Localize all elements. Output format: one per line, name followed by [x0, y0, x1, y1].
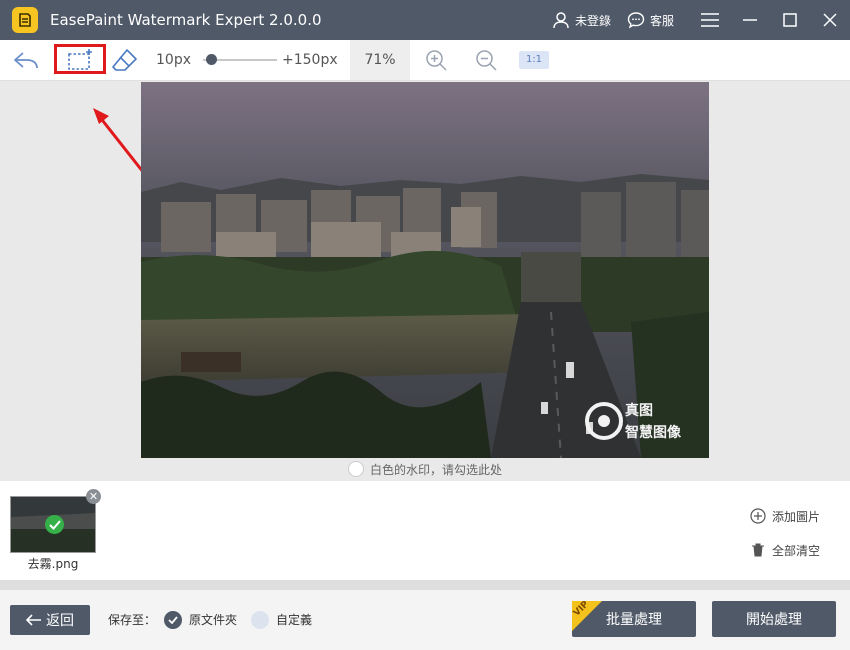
zoom-in-button[interactable]: [422, 40, 450, 80]
close-window-button[interactable]: [810, 0, 850, 40]
zoom-out-button[interactable]: [472, 40, 500, 80]
clear-all-button[interactable]: 全部清空: [750, 541, 820, 559]
photo-watermark-line2: 智慧图像: [624, 424, 682, 441]
back-arrow-icon: [26, 614, 41, 626]
actual-size-label: 1:1: [519, 51, 549, 69]
add-image-button[interactable]: 添加圖片: [750, 507, 820, 525]
back-label: 返回: [46, 613, 74, 629]
trash-icon: [752, 543, 764, 557]
login-link[interactable]: 未登錄: [552, 11, 611, 29]
horizontal-scrollbar[interactable]: [0, 580, 850, 590]
add-image-label: 添加圖片: [772, 509, 821, 524]
undo-button[interactable]: [8, 40, 44, 80]
photo-watermark-line1: 真图: [625, 402, 653, 419]
close-icon: [823, 13, 837, 27]
start-process-button[interactable]: 開始處理: [712, 601, 836, 637]
user-icon: [553, 12, 569, 29]
custom-folder-radio[interactable]: [251, 611, 269, 629]
maximize-button[interactable]: [770, 0, 810, 40]
support-label: 客服: [649, 13, 674, 28]
menu-button[interactable]: [690, 0, 730, 40]
login-label: 未登錄: [574, 13, 611, 28]
remove-file-button[interactable]: ✕: [86, 489, 101, 504]
original-folder-radio[interactable]: [164, 611, 182, 629]
chat-bubble-icon: [627, 12, 645, 29]
minimize-icon: [743, 19, 757, 21]
batch-label: 批量處理: [606, 612, 662, 628]
hamburger-menu-icon: [701, 13, 719, 27]
title-bar: EasePaint Watermark Expert 2.0.0.0 未登錄 客…: [0, 0, 850, 40]
app-title: EasePaint Watermark Expert 2.0.0.0: [50, 11, 322, 29]
support-link[interactable]: 客服: [627, 11, 674, 29]
selected-check-icon: [45, 515, 64, 534]
actual-size-button[interactable]: 1:1: [518, 40, 550, 80]
zoom-out-icon: [476, 50, 497, 71]
save-to-label: 保存至：: [108, 613, 157, 627]
white-watermark-option[interactable]: 白色的水印，请勾选此处: [0, 458, 850, 480]
app-logo-icon: [12, 7, 38, 33]
minimize-button[interactable]: [730, 0, 770, 40]
photo-cityscape: 真图 智慧图像: [141, 82, 709, 458]
check-icon: [168, 616, 178, 624]
original-folder-label: 原文件夾: [189, 613, 238, 627]
file-list: [0, 481, 850, 580]
plus-circle-icon: [750, 508, 766, 524]
highlight-box: [54, 44, 106, 74]
maximize-icon: [783, 13, 797, 27]
white-watermark-hint: 白色的水印，请勾选此处: [369, 462, 502, 477]
eraser-icon: [112, 49, 137, 71]
start-label: 開始處理: [746, 612, 802, 628]
brush-min-size: 10px: [156, 52, 191, 68]
undo-arrow-icon: [14, 52, 38, 69]
file-name: 去霧.png: [27, 557, 79, 571]
custom-folder-label: 自定義: [276, 613, 313, 627]
zoom-level: 71%: [350, 40, 410, 80]
image-preview[interactable]: 真图 智慧图像: [141, 82, 709, 458]
close-small-icon: ✕: [88, 490, 99, 503]
zoom-in-icon: [426, 50, 447, 71]
back-button[interactable]: 返回: [10, 605, 90, 635]
brush-max-size: +150px: [282, 52, 338, 68]
clear-all-label: 全部清空: [772, 543, 821, 558]
eraser-tool[interactable]: [108, 40, 142, 80]
white-watermark-checkbox[interactable]: [347, 461, 364, 477]
